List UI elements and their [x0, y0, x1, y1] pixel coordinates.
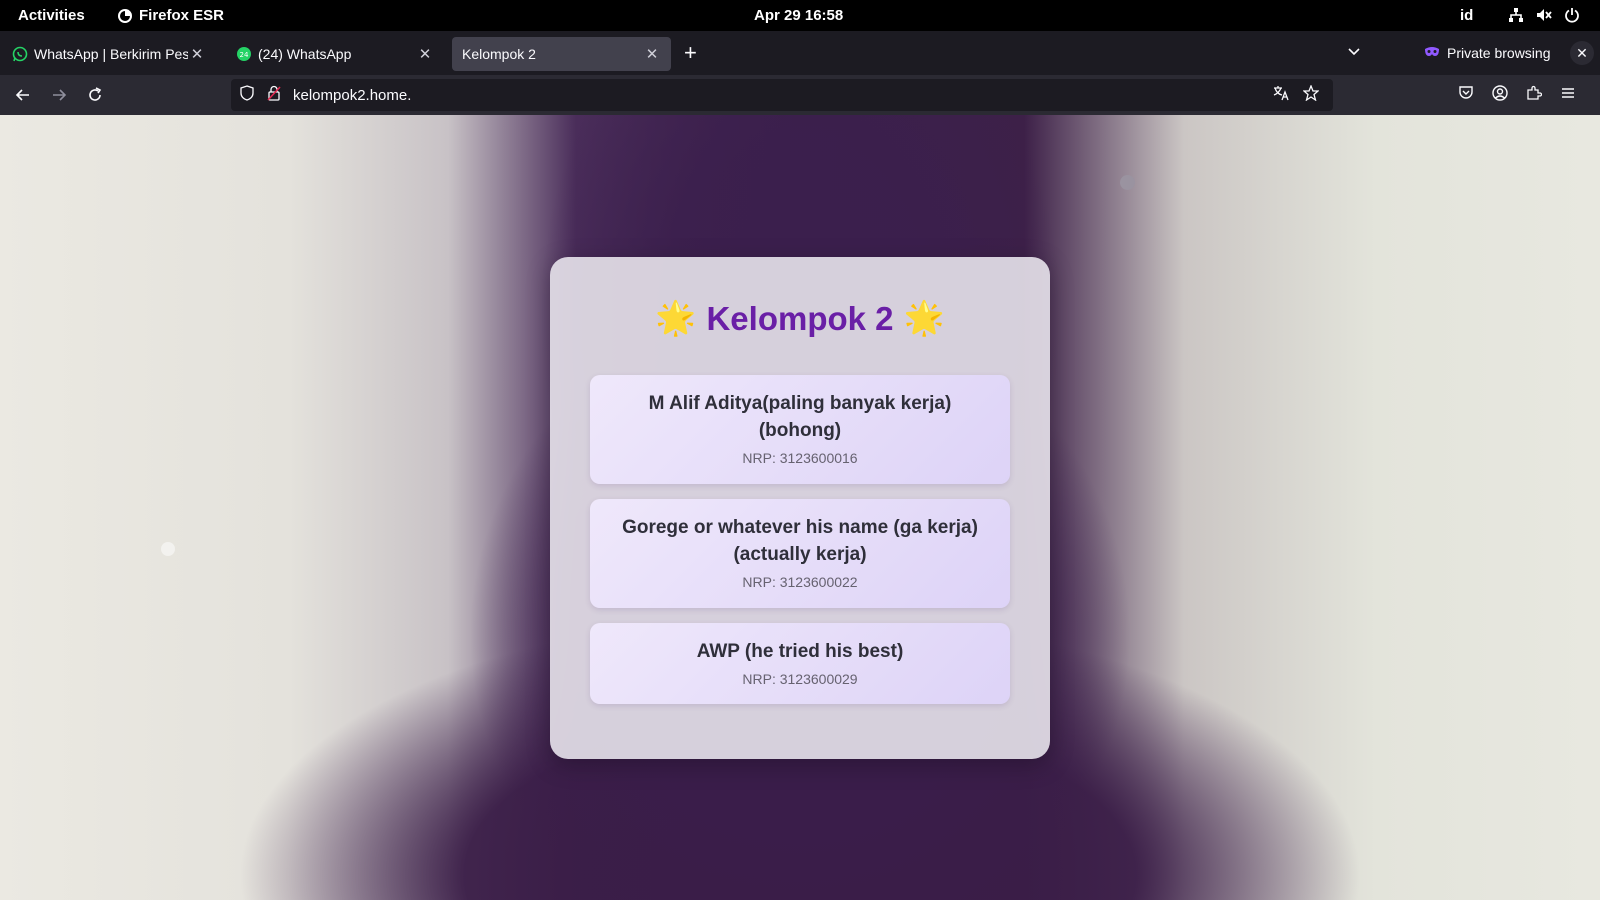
member-card: AWP (he tried his best) NRP: 3123600029	[590, 623, 1010, 704]
group-card: 🌟 Kelompok 2 🌟 M Alif Aditya(paling bany…	[550, 257, 1050, 759]
tab-title: Kelompok 2	[462, 46, 536, 62]
tab-title: WhatsApp | Berkirim Pesan	[34, 46, 188, 62]
back-button[interactable]	[12, 84, 34, 106]
private-browsing-indicator: Private browsing	[1424, 45, 1551, 61]
app-name: Firefox ESR	[139, 7, 225, 24]
private-browsing-label: Private browsing	[1447, 45, 1551, 61]
back-arrow-icon	[15, 89, 29, 101]
account-icon[interactable]	[1492, 85, 1508, 106]
member-nrp: NRP: 3123600022	[742, 574, 858, 590]
list-all-tabs-button[interactable]	[1347, 45, 1361, 62]
member-nrp: NRP: 3123600029	[742, 671, 858, 687]
member-name: AWP (he tried his best)	[696, 641, 904, 662]
background-dot	[1120, 175, 1135, 190]
translate-icon[interactable]	[1273, 85, 1289, 106]
tab-kelompok-2[interactable]: Kelompok 2 ✕	[452, 37, 671, 71]
page-title: 🌟 Kelompok 2 🌟	[550, 299, 1050, 338]
star-emoji-icon: 🌟	[655, 299, 697, 336]
navigation-toolbar: kelompok2.home.	[0, 75, 1600, 115]
member-nrp: NRP: 3123600016	[742, 450, 858, 466]
forward-arrow-icon	[53, 89, 67, 101]
address-bar[interactable]: kelompok2.home.	[231, 79, 1333, 111]
insecure-lock-icon[interactable]	[267, 85, 281, 106]
new-tab-button[interactable]: +	[684, 42, 697, 64]
url-text[interactable]: kelompok2.home.	[293, 87, 1273, 104]
hamburger-menu-icon[interactable]	[1560, 85, 1576, 106]
close-tab-icon[interactable]: ✕	[188, 45, 206, 63]
volume-muted-icon	[1536, 7, 1552, 23]
member-name: M Alif Aditya(paling banyak kerja)(bohon…	[648, 393, 952, 441]
svg-text:24: 24	[240, 51, 249, 59]
window-close-button[interactable]: ✕	[1570, 41, 1594, 65]
firefox-icon	[117, 8, 133, 24]
app-menu[interactable]: Firefox ESR	[117, 7, 224, 24]
network-icon	[1508, 7, 1524, 23]
reload-button[interactable]	[84, 84, 106, 106]
title-text: Kelompok 2	[706, 299, 894, 337]
system-tray[interactable]	[1508, 7, 1580, 23]
whatsapp-icon	[12, 46, 28, 62]
star-emoji-icon: 🌟	[903, 299, 945, 336]
tracking-protection-shield-icon[interactable]	[239, 84, 255, 106]
power-icon	[1564, 7, 1580, 23]
bookmark-star-icon[interactable]	[1302, 83, 1320, 106]
web-page-content: 🌟 Kelompok 2 🌟 M Alif Aditya(paling bany…	[0, 115, 1600, 900]
system-top-bar: Activities Firefox ESR Apr 29 16:58 id	[0, 0, 1600, 31]
reload-icon	[89, 87, 102, 101]
member-card: M Alif Aditya(paling banyak kerja)(bohon…	[590, 375, 1010, 484]
clock[interactable]: Apr 29 16:58	[754, 7, 843, 24]
close-tab-icon[interactable]: ✕	[416, 45, 434, 63]
activities-button[interactable]: Activities	[18, 7, 85, 24]
tab-title: (24) WhatsApp	[258, 46, 352, 62]
tab-strip: WhatsApp | Berkirim Pesan ✕ 24 (24) What…	[0, 31, 1600, 75]
member-name: Gorege or whatever his name (ga kerja)(a…	[622, 517, 978, 565]
pocket-icon[interactable]	[1458, 85, 1474, 106]
extensions-icon[interactable]	[1526, 85, 1543, 106]
forward-button[interactable]	[48, 84, 70, 106]
close-tab-icon[interactable]: ✕	[643, 45, 661, 63]
tab-whatsapp-web[interactable]: WhatsApp | Berkirim Pesan ✕	[2, 37, 216, 71]
tab-whatsapp[interactable]: 24 (24) WhatsApp ✕	[226, 37, 444, 71]
background-dot	[161, 542, 175, 556]
member-card: Gorege or whatever his name (ga kerja)(a…	[590, 499, 1010, 608]
private-mask-icon	[1424, 45, 1440, 61]
keyboard-language-indicator[interactable]: id	[1460, 7, 1473, 24]
whatsapp-badge-icon: 24	[236, 46, 252, 62]
